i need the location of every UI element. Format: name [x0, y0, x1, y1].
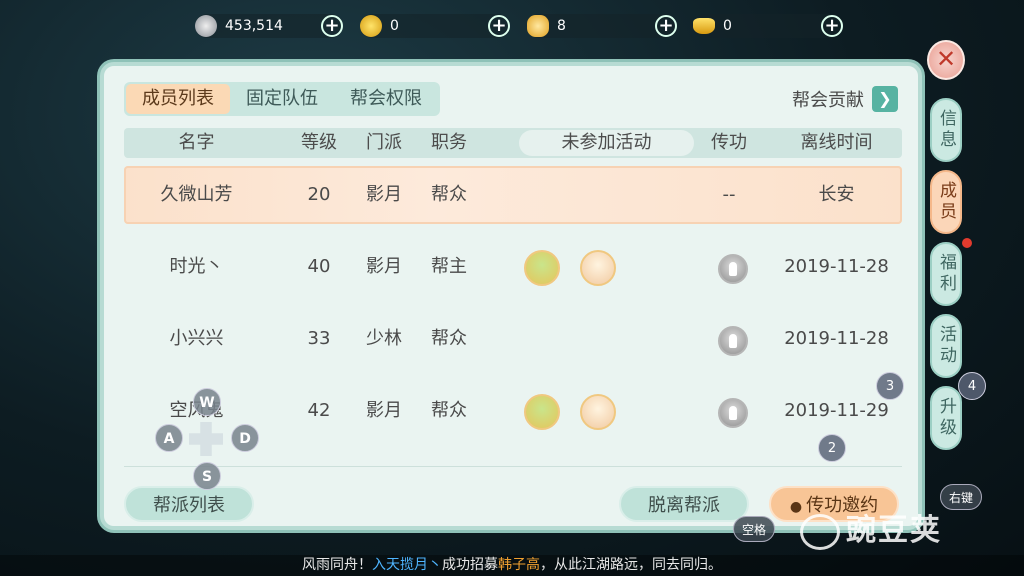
gold-ingot-currency: 0 + — [693, 14, 843, 38]
member-level: 40 — [307, 256, 331, 277]
panel-tabs: 成员列表 固定队伍 帮会权限 — [124, 82, 440, 116]
watermark-text: 豌豆荚 — [846, 513, 942, 548]
member-name: 小兴兴 — [169, 328, 224, 349]
table-row[interactable]: 时光丶 40 影月 帮主 2019-11-28 — [124, 238, 902, 296]
ticker-recruit[interactable]: 韩子高 — [498, 557, 540, 573]
add-gold-ingot-button[interactable]: + — [821, 15, 843, 37]
member-duty: 帮主 — [431, 256, 467, 277]
tab-guild-permissions[interactable]: 帮会权限 — [334, 84, 438, 114]
gold-currency: 0 + — [360, 14, 510, 38]
guild-contribution-label: 帮会贡献 — [792, 90, 864, 111]
ingot-currency: 8 + — [527, 14, 677, 38]
tab-welfare[interactable]: 福利 — [930, 242, 962, 306]
header-activity: 未参加活动 — [561, 132, 652, 153]
guild-list-button[interactable]: 帮派列表 — [124, 486, 254, 522]
pass-skill-icon[interactable] — [718, 326, 748, 356]
gold-ingot-amount: 0 — [723, 18, 732, 34]
leave-guild-button[interactable]: 脱离帮派 — [619, 486, 749, 522]
tab-members[interactable]: 成员 — [930, 170, 962, 234]
header-offline: 离线时间 — [800, 132, 873, 153]
guild-contribution-link[interactable]: 帮会贡献 ❯ — [792, 86, 898, 112]
activity-icon[interactable] — [524, 250, 560, 286]
ticker-player[interactable]: 入天揽月丶 — [372, 557, 442, 573]
key-w[interactable]: W — [193, 388, 221, 416]
system-message-ticker: 风雨同舟！入天揽月丶成功招募韩子高，从此江湖路远，同去同归。 — [0, 555, 1024, 576]
member-offline: 2019-11-28 — [784, 256, 889, 277]
key-d[interactable]: D — [231, 424, 259, 452]
member-level: 20 — [307, 184, 331, 205]
member-sect: 影月 — [366, 400, 402, 421]
member-name: 久微山芳 — [160, 184, 233, 205]
member-offline: 长安 — [818, 184, 855, 205]
ticker-text: 风雨同舟！ — [302, 557, 372, 573]
watermark-logo-icon — [800, 513, 840, 550]
key-4-badge[interactable]: 4 — [958, 372, 986, 400]
dpad-cross-icon — [189, 422, 223, 456]
member-level: 33 — [307, 328, 331, 349]
tab-fixed-team[interactable]: 固定队伍 — [230, 84, 334, 114]
header-name: 名字 — [178, 132, 215, 153]
table-header: 名字 等级 门派 职务 未参加活动 传功 离线时间 — [124, 128, 902, 158]
activity-icon[interactable] — [580, 394, 616, 430]
gold-coin-icon — [360, 15, 382, 37]
silver-amount: 453,514 — [225, 18, 283, 34]
key-3-badge[interactable]: 3 — [876, 372, 904, 400]
pass-skill-icon[interactable] — [718, 254, 748, 284]
member-duty: 帮众 — [431, 328, 467, 349]
add-gold-button[interactable]: + — [488, 15, 510, 37]
member-pass: -- — [722, 184, 736, 205]
key-s[interactable]: S — [193, 462, 221, 490]
ticker-text: ，从此江湖路远，同去同归。 — [540, 557, 722, 573]
member-duty: 帮众 — [431, 184, 467, 205]
member-duty: 帮众 — [431, 400, 467, 421]
activity-icon[interactable] — [580, 250, 616, 286]
member-sect: 少林 — [366, 328, 402, 349]
watermark: 豌豆荚 — [800, 505, 942, 550]
ingot-coin-icon — [527, 15, 549, 37]
key-a[interactable]: A — [155, 424, 183, 452]
close-icon[interactable]: ✕ — [927, 40, 965, 80]
table-row[interactable]: 久微山芳 20 影月 帮众 -- 长安 — [124, 166, 902, 224]
tab-upgrade[interactable]: 升级 — [930, 386, 962, 450]
header-sect: 门派 — [366, 132, 402, 153]
ingot-amount: 8 — [557, 18, 566, 34]
silver-coin-icon — [195, 15, 217, 37]
key-2-badge[interactable]: 2 — [818, 434, 846, 462]
member-level: 42 — [307, 400, 331, 421]
space-key-badge[interactable]: 空格 — [733, 516, 775, 542]
right-click-badge[interactable]: 右键 — [940, 484, 982, 510]
activity-icon[interactable] — [524, 394, 560, 430]
member-name: 时光丶 — [169, 256, 224, 277]
silver-currency: 453,514 + — [195, 14, 343, 38]
header-duty: 职务 — [431, 132, 467, 153]
tab-activity[interactable]: 活动 — [930, 314, 962, 378]
member-sect: 影月 — [366, 184, 402, 205]
pass-skill-icon[interactable] — [718, 398, 748, 428]
movement-dpad[interactable]: W A D S — [155, 388, 261, 490]
chevron-right-icon[interactable]: ❯ — [872, 86, 898, 112]
notification-dot — [962, 238, 972, 248]
member-offline: 2019-11-28 — [784, 328, 889, 349]
gold-ingot-icon — [693, 18, 715, 34]
gold-amount: 0 — [390, 18, 399, 34]
header-pass: 传功 — [711, 132, 747, 153]
member-sect: 影月 — [366, 256, 402, 277]
add-ingot-button[interactable]: + — [655, 15, 677, 37]
tab-info[interactable]: 信息 — [930, 98, 962, 162]
tab-member-list[interactable]: 成员列表 — [126, 84, 230, 114]
header-level: 等级 — [301, 132, 337, 153]
table-row[interactable]: 小兴兴 33 少林 帮众 2019-11-28 — [124, 310, 902, 368]
add-silver-button[interactable]: + — [321, 15, 343, 37]
ticker-text: 成功招募 — [442, 557, 498, 573]
